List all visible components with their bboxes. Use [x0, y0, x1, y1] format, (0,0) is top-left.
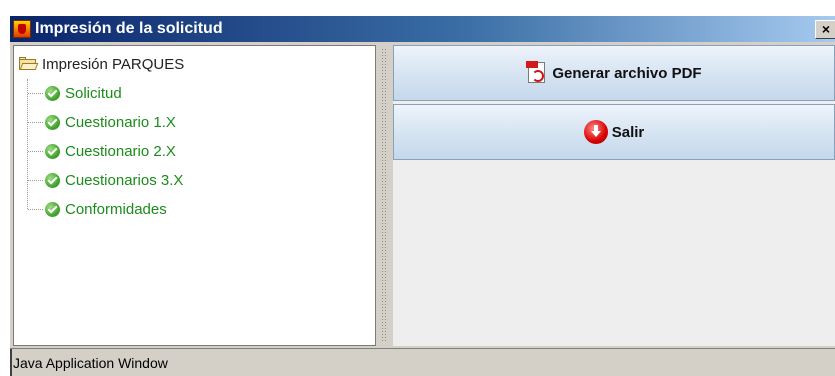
window-content: Impresión PARQUES Solicitud Cuestionario…	[10, 42, 835, 348]
green-check-icon	[45, 202, 60, 217]
exit-label: Salir	[611, 123, 645, 141]
tree-item-label: Solicitud	[65, 85, 122, 102]
tree-item-cuestionario-2[interactable]: Cuestionario 2.X	[18, 137, 184, 166]
green-check-icon	[45, 86, 60, 101]
actions-panel: Generar archivo PDF Salir	[393, 45, 835, 346]
title-bar[interactable]: Impresión de la solicitud ×	[10, 16, 835, 42]
tree-item-cuestionarios-3[interactable]: Cuestionarios 3.X	[18, 166, 184, 195]
status-text: Java Application Window	[13, 355, 168, 371]
tree-item-label: Cuestionario 2.X	[65, 143, 176, 160]
pdf-file-icon	[526, 61, 548, 85]
tree-children: Solicitud Cuestionario 1.X Cuestionario …	[18, 79, 184, 224]
tree-item-label: Conformidades	[65, 201, 167, 218]
tree-item-conformidades[interactable]: Conformidades	[18, 195, 184, 224]
coat-of-arms-icon	[13, 20, 31, 38]
application-window: Impresión de la solicitud × Impresión PA…	[10, 16, 835, 376]
tree-item-solicitud[interactable]: Solicitud	[18, 79, 184, 108]
close-button[interactable]: ×	[815, 20, 835, 39]
exit-button[interactable]: Salir	[393, 104, 835, 160]
open-folder-icon	[19, 57, 39, 70]
generate-pdf-label: Generar archivo PDF	[552, 64, 702, 82]
green-check-icon	[45, 115, 60, 130]
green-check-icon	[45, 173, 60, 188]
tree-item-cuestionario-1[interactable]: Cuestionario 1.X	[18, 108, 184, 137]
red-exit-icon	[583, 120, 608, 144]
tree-root-label: Impresión PARQUES	[42, 56, 185, 73]
window-title: Impresión de la solicitud	[35, 20, 223, 37]
green-check-icon	[45, 144, 60, 159]
split-pane-divider[interactable]	[378, 42, 392, 348]
tree-panel: Impresión PARQUES Solicitud Cuestionario…	[13, 45, 376, 346]
generate-pdf-button[interactable]: Generar archivo PDF	[393, 45, 835, 101]
tree-item-label: Cuestionario 1.X	[65, 114, 176, 131]
document-tree: Impresión PARQUES Solicitud Cuestionario…	[18, 50, 184, 224]
tree-root[interactable]: Impresión PARQUES	[18, 50, 184, 79]
tree-item-label: Cuestionarios 3.X	[65, 172, 184, 189]
status-bar: Java Application Window	[10, 348, 835, 376]
